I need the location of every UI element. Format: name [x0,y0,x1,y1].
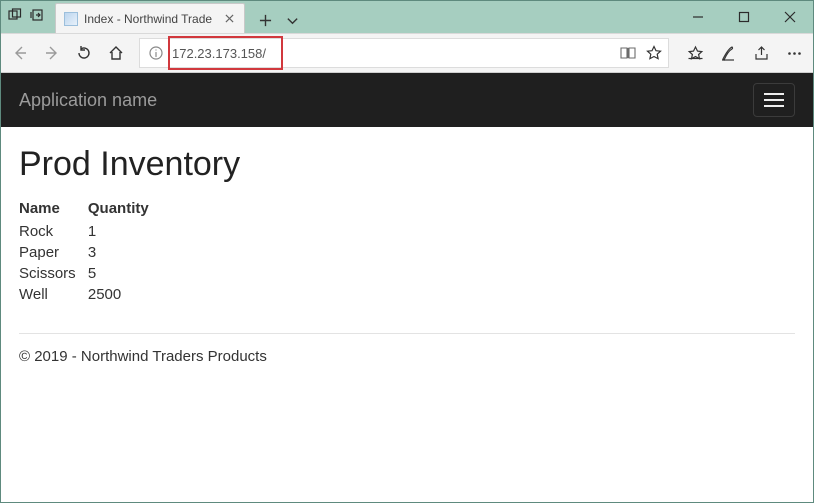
url-text: 172.23.173.158/ [172,46,266,61]
col-name-header: Name [19,198,88,221]
maximize-button[interactable] [721,1,767,33]
app-brand[interactable]: Application name [19,90,157,111]
reading-view-icon[interactable] [620,46,636,60]
titlebar-leading-icons [7,1,45,33]
close-window-button[interactable] [767,1,813,33]
url-field[interactable]: 172.23.173.158/ [139,38,669,68]
title-bar: Index - Northwind Trade [1,1,813,33]
cell-name: Paper [19,242,88,263]
cell-qty: 5 [88,263,177,284]
tab-title: Index - Northwind Trade [84,12,216,26]
table-row: Scissors 5 [19,263,177,284]
site-info-icon[interactable] [148,45,164,61]
page-title: Prod Inventory [19,145,795,184]
cell-qty: 2500 [88,284,177,305]
table-row: Paper 3 [19,242,177,263]
minimize-button[interactable] [675,1,721,33]
cell-qty: 1 [88,221,177,242]
notes-icon[interactable] [720,45,737,62]
page-footer: © 2019 - Northwind Traders Products [19,348,795,365]
refresh-button[interactable] [75,44,93,62]
cell-qty: 3 [88,242,177,263]
cell-name: Well [19,284,88,305]
page-content: Prod Inventory Name Quantity Rock 1 Pape… [1,127,813,383]
browser-window: Index - Northwind Trade [0,0,814,503]
app-navbar: Application name [1,73,813,127]
home-button[interactable] [107,44,125,62]
favorite-star-icon[interactable] [646,45,662,61]
window-controls [675,1,813,33]
set-aside-tabs-icon[interactable] [29,7,45,23]
tab-strip-actions [259,14,299,33]
inventory-table: Name Quantity Rock 1 Paper 3 Scissors 5 [19,198,177,305]
table-row: Rock 1 [19,221,177,242]
share-icon[interactable] [753,45,770,62]
tab-preview-icon[interactable] [7,7,23,23]
table-row: Well 2500 [19,284,177,305]
address-bar: 172.23.173.158/ [1,33,813,73]
cell-name: Rock [19,221,88,242]
menu-toggle-button[interactable] [753,83,795,117]
back-button[interactable] [11,44,29,62]
forward-button[interactable] [43,44,61,62]
browser-tab[interactable]: Index - Northwind Trade [55,3,245,33]
favorites-hub-icon[interactable] [687,45,704,62]
more-icon[interactable] [786,45,803,62]
tab-actions-icon[interactable] [286,14,299,27]
toolbar-right [683,45,803,62]
tab-favicon [64,12,78,26]
footer-divider [19,333,795,334]
tab-close-icon[interactable] [222,12,236,26]
new-tab-icon[interactable] [259,14,272,27]
col-qty-header: Quantity [88,198,177,221]
cell-name: Scissors [19,263,88,284]
